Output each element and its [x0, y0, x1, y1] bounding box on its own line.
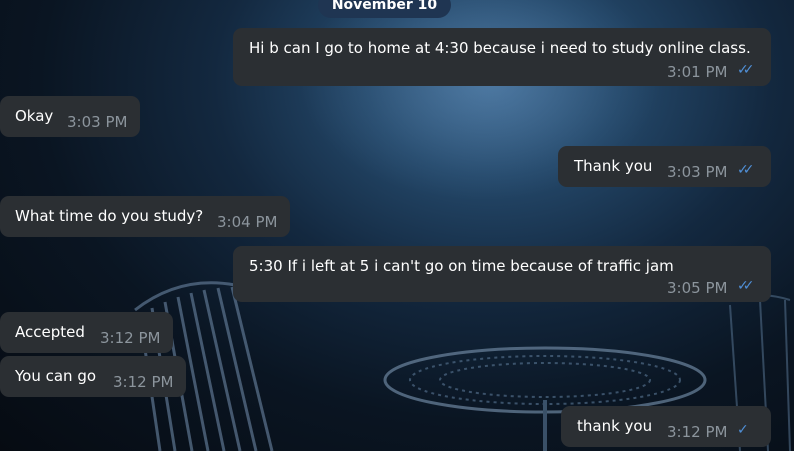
message-text: thank you	[577, 417, 653, 435]
message-timestamp: 3:12 PM	[113, 373, 174, 391]
message-bubble-outgoing[interactable]: thank you 3:12 PM ✓	[561, 406, 771, 447]
message-bubble-incoming[interactable]: Accepted 3:12 PM	[0, 312, 173, 353]
message-bubble-incoming[interactable]: Okay 3:03 PM	[0, 96, 140, 137]
message-timestamp: 3:04 PM	[217, 213, 278, 231]
message-text: Thank you	[574, 157, 653, 175]
message-timestamp: 3:03 PM	[67, 113, 128, 131]
double-check-icon: ✓✓	[737, 162, 755, 178]
double-check-icon: ✓✓	[737, 278, 755, 294]
message-timestamp: 3:03 PM	[667, 163, 728, 181]
message-text: Hi b can I go to home at 4:30 because i …	[249, 39, 751, 57]
message-timestamp: 3:05 PM	[667, 279, 728, 297]
date-separator: November 10	[318, 0, 451, 18]
double-check-icon: ✓✓	[737, 62, 755, 78]
message-timestamp: 3:12 PM	[100, 329, 161, 347]
message-text: Okay	[15, 107, 54, 125]
message-timestamp: 3:12 PM	[667, 423, 728, 441]
message-text: 5:30 If i left at 5 i can't go on time b…	[249, 257, 674, 275]
message-timestamp: 3:01 PM	[667, 63, 728, 81]
message-bubble-incoming[interactable]: You can go 3:12 PM	[0, 356, 186, 397]
message-text: Accepted	[15, 323, 85, 341]
message-text: What time do you study?	[15, 207, 204, 225]
message-bubble-incoming[interactable]: What time do you study? 3:04 PM	[0, 196, 290, 237]
single-check-icon: ✓	[737, 422, 748, 438]
message-bubble-outgoing[interactable]: 5:30 If i left at 5 i can't go on time b…	[233, 246, 771, 302]
message-bubble-outgoing[interactable]: Hi b can I go to home at 4:30 because i …	[233, 28, 771, 86]
message-bubble-outgoing[interactable]: Thank you 3:03 PM ✓✓	[558, 146, 771, 187]
message-text: You can go	[15, 367, 97, 385]
